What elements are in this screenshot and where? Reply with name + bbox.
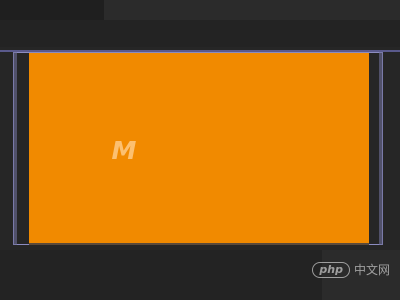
toolbar-left-panel (0, 0, 104, 20)
top-toolbar (0, 0, 400, 20)
left-resize-handle[interactable] (13, 52, 17, 245)
watermark-label: 中文网 (353, 263, 390, 277)
right-resize-handle[interactable] (379, 52, 383, 245)
toolbar-right-panel (104, 0, 400, 20)
php-badge: php (312, 262, 350, 278)
card-bottom-edge (29, 243, 369, 245)
orange-canvas-card[interactable] (29, 53, 369, 245)
logo-mark: M (111, 136, 137, 165)
editor-window: M php 中文网 (0, 0, 400, 300)
watermark: php 中文网 (312, 262, 390, 278)
